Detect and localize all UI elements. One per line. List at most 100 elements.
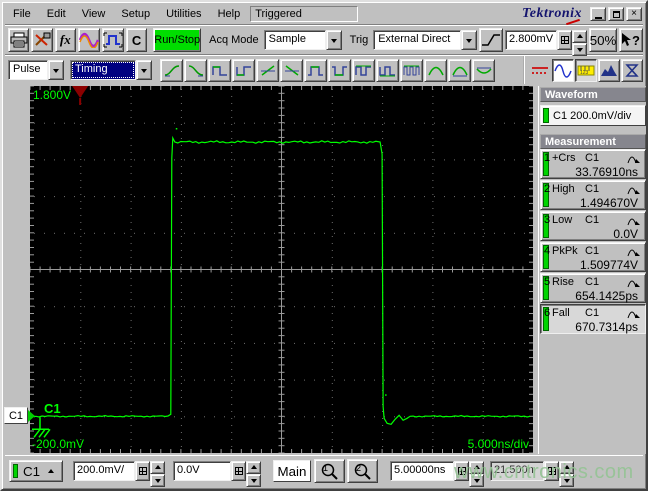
positive-overshoot-icon[interactable] bbox=[424, 58, 447, 82]
tekscope-window: File Edit View Setup Utilities Help Trig… bbox=[0, 0, 648, 491]
menu-utilities[interactable]: Utilities bbox=[158, 5, 209, 24]
tools-button[interactable] bbox=[31, 28, 53, 52]
decrement-button[interactable] bbox=[469, 474, 484, 487]
menu-help[interactable]: Help bbox=[210, 5, 249, 24]
frequency-icon[interactable] bbox=[376, 58, 399, 82]
rise-time-icon[interactable] bbox=[160, 58, 183, 82]
undershoot-icon[interactable] bbox=[472, 58, 495, 82]
positive-cross-icon[interactable] bbox=[256, 58, 279, 82]
menu-setup[interactable]: Setup bbox=[113, 5, 158, 24]
keypad-button[interactable] bbox=[231, 461, 246, 481]
channel-trace-label: C1 bbox=[44, 401, 61, 416]
trigger-source-select[interactable]: External Direct bbox=[373, 30, 478, 50]
acq-mode-select[interactable]: Sample bbox=[263, 30, 342, 50]
measure-ruler-icon[interactable]: 123 bbox=[575, 58, 597, 82]
channel-scale-button[interactable]: C1 200.0mV/div bbox=[540, 105, 646, 126]
keypad-button[interactable] bbox=[454, 461, 469, 481]
trigger-slope-button[interactable] bbox=[479, 28, 504, 52]
timebase-spinner[interactable]: 5.00000ns bbox=[390, 461, 484, 487]
keypad-icon bbox=[138, 467, 147, 475]
measurement-name: Low bbox=[552, 214, 573, 226]
vertical-scale-spinner[interactable]: 200.0mV/ bbox=[73, 461, 165, 487]
decrement-button[interactable] bbox=[572, 43, 588, 56]
channel-select-label: C1 bbox=[22, 463, 40, 479]
chevron-down-icon bbox=[576, 48, 583, 55]
resolution-spinner[interactable]: 21.500n bbox=[490, 461, 574, 487]
window-controls: × bbox=[590, 7, 642, 21]
measure-submode-select[interactable]: Timing bbox=[70, 60, 152, 80]
trigger-source-dropdown-button[interactable] bbox=[461, 30, 478, 50]
increment-button[interactable] bbox=[150, 461, 165, 474]
keypad-button[interactable] bbox=[557, 30, 573, 50]
chevron-up-icon bbox=[154, 462, 161, 469]
zoom2-button[interactable]: 2 bbox=[347, 459, 378, 483]
trigger-level-value[interactable]: 2.800mV bbox=[505, 30, 558, 50]
negative-overshoot-icon[interactable] bbox=[448, 58, 471, 82]
increment-button[interactable] bbox=[559, 461, 574, 474]
clear-button[interactable]: C bbox=[125, 28, 148, 52]
histogram-icon[interactable] bbox=[598, 58, 620, 82]
context-help-button[interactable]: ? bbox=[619, 28, 644, 52]
minimize-button[interactable] bbox=[590, 7, 606, 21]
increment-button[interactable] bbox=[469, 461, 484, 474]
waveform-plot bbox=[30, 86, 533, 453]
decrement-button[interactable] bbox=[246, 474, 261, 487]
menu-edit[interactable]: Edit bbox=[39, 5, 74, 24]
close-icon: × bbox=[631, 8, 637, 19]
waveform-colors-button[interactable] bbox=[77, 28, 100, 52]
measurement-row[interactable]: 1 +Crs C1 33.76910ns bbox=[540, 149, 646, 179]
increment-button[interactable] bbox=[246, 461, 261, 474]
channel-reference-marker[interactable]: C1 bbox=[4, 407, 28, 424]
menu-bar: File Edit View Setup Utilities Help Trig… bbox=[5, 4, 643, 26]
measurement-source: C1 bbox=[585, 152, 600, 164]
decrement-button[interactable] bbox=[559, 474, 574, 487]
measurement-row[interactable]: 2 High C1 1.494670V bbox=[540, 180, 646, 210]
measure-mode-select[interactable]: Pulse bbox=[8, 60, 64, 80]
vertical-scale-value[interactable]: 200.0mV/ bbox=[73, 461, 135, 481]
measurement-value: 1.509774V bbox=[579, 258, 638, 272]
restore-button[interactable] bbox=[608, 7, 624, 21]
zoom1-button[interactable]: 1 bbox=[314, 459, 345, 483]
channel-select-button[interactable]: C1 bbox=[9, 460, 63, 482]
positive-pulse-icon[interactable] bbox=[304, 58, 327, 82]
negative-cross-icon[interactable] bbox=[280, 58, 303, 82]
display-zoom-button[interactable]: 50% bbox=[589, 28, 618, 52]
negative-width-icon[interactable] bbox=[232, 58, 255, 82]
measurement-row[interactable]: 4 PkPk C1 1.509774V bbox=[540, 242, 646, 272]
waveform-display-icon[interactable] bbox=[552, 58, 574, 82]
measurement-row[interactable]: 6 Fall C1 670.7314ps bbox=[540, 304, 646, 334]
decrement-button[interactable] bbox=[150, 474, 165, 487]
vertical-position-value[interactable]: 0.0V bbox=[173, 461, 231, 481]
zoom2-number: 2 bbox=[356, 463, 362, 473]
measurement-buttons bbox=[160, 58, 495, 82]
keypad-icon bbox=[560, 36, 569, 44]
acq-mode-dropdown-button[interactable] bbox=[325, 30, 342, 50]
menu-view[interactable]: View bbox=[74, 5, 114, 24]
print-button[interactable] bbox=[8, 28, 30, 52]
fall-time-icon[interactable] bbox=[184, 58, 207, 82]
vertical-position-spinner[interactable]: 0.0V bbox=[173, 461, 261, 487]
positive-width-icon[interactable] bbox=[208, 58, 231, 82]
pulse-capture-button[interactable] bbox=[101, 28, 124, 52]
keypad-icon bbox=[547, 467, 556, 475]
negative-pulse-icon[interactable] bbox=[328, 58, 351, 82]
trigger-level-spinner[interactable]: 2.800mV bbox=[505, 30, 588, 56]
channel-color-bar bbox=[543, 108, 549, 123]
measure-mode-dropdown-button[interactable] bbox=[48, 60, 64, 80]
keypad-button[interactable] bbox=[544, 461, 559, 481]
math-fx-button[interactable]: fx bbox=[54, 28, 76, 52]
xy-display-icon[interactable] bbox=[621, 58, 643, 82]
measurement-row[interactable]: 5 Rise C1 654.1425ps bbox=[540, 273, 646, 303]
close-button[interactable]: × bbox=[626, 7, 642, 21]
measurement-row[interactable]: 3 Low C1 0.0V bbox=[540, 211, 646, 241]
cursors-icon[interactable] bbox=[529, 59, 551, 82]
increment-button[interactable] bbox=[572, 30, 588, 43]
timebase-value[interactable]: 5.00000ns bbox=[390, 461, 454, 481]
period-icon[interactable] bbox=[352, 58, 375, 82]
menu-file[interactable]: File bbox=[5, 5, 39, 24]
keypad-button[interactable] bbox=[135, 461, 150, 481]
horizontal-main-button[interactable]: Main bbox=[273, 460, 311, 482]
run-stop-button[interactable]: Run/Stop bbox=[153, 28, 202, 52]
measure-submode-dropdown-button[interactable] bbox=[136, 60, 152, 80]
burst-width-icon[interactable] bbox=[400, 58, 423, 82]
